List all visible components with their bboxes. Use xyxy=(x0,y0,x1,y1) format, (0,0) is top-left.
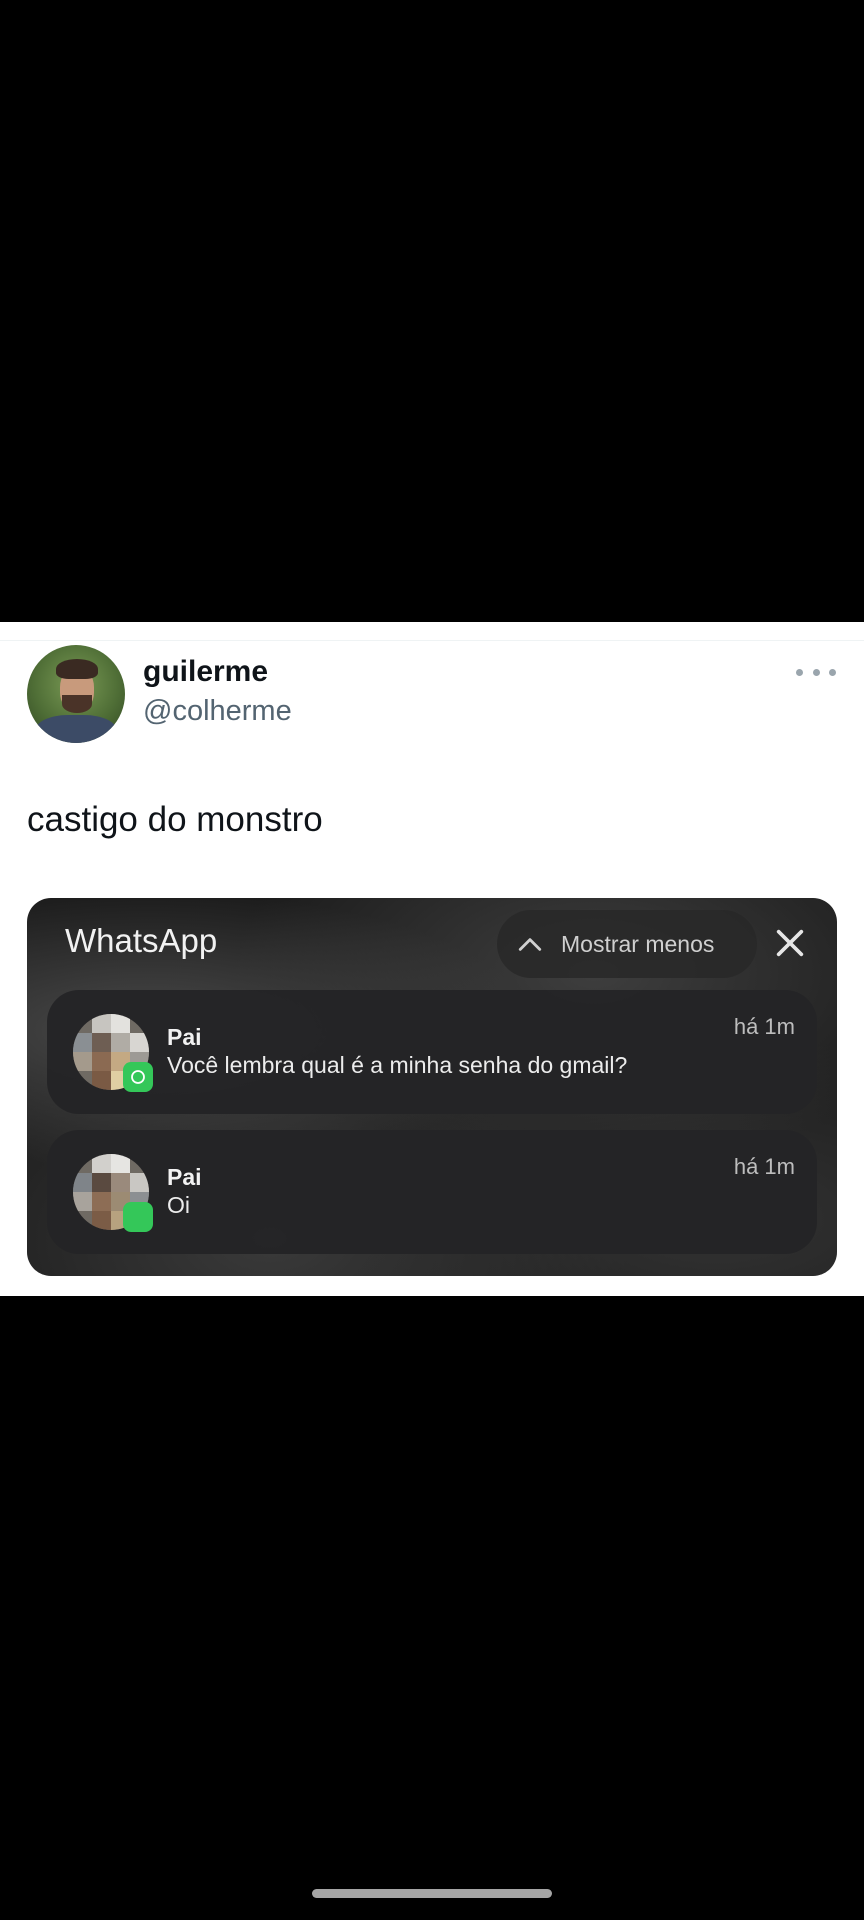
screen: guilerme @colherme castigo do monstro Wh… xyxy=(0,0,864,1920)
avatar[interactable] xyxy=(27,645,125,743)
chevron-up-icon xyxy=(518,938,542,951)
notification-sender: Pai xyxy=(167,1024,202,1050)
more-horizontal-icon[interactable] xyxy=(796,662,836,682)
divider xyxy=(0,640,864,641)
avatar-beard xyxy=(62,695,92,713)
tweet-media-image[interactable]: WhatsApp Mostrar menos Pai Você lembra q… xyxy=(27,898,837,1276)
tweet-text: castigo do monstro xyxy=(27,800,323,839)
display-name[interactable]: guilerme xyxy=(143,655,268,689)
tweet-card[interactable]: guilerme @colherme castigo do monstro Wh… xyxy=(0,622,864,1296)
show-less-button[interactable]: Mostrar menos xyxy=(497,910,757,978)
home-indicator[interactable] xyxy=(312,1889,552,1898)
notification-item[interactable]: Pai Você lembra qual é a minha senha do … xyxy=(47,990,817,1114)
avatar-shirt xyxy=(35,715,117,743)
notification-time: há 1m xyxy=(733,1014,795,1039)
notification-message: Você lembra qual é a minha senha do gmai… xyxy=(167,1052,628,1078)
notification-message: Oi xyxy=(167,1192,190,1218)
close-icon[interactable] xyxy=(773,926,807,960)
dot xyxy=(796,668,803,676)
notification-app-name: WhatsApp xyxy=(65,922,218,959)
dot xyxy=(812,668,820,676)
whatsapp-icon xyxy=(123,1062,153,1092)
dot xyxy=(829,668,836,676)
notification-item[interactable]: Pai Oi há 1m xyxy=(47,1130,817,1254)
notification-time: há 1m xyxy=(733,1154,795,1179)
user-handle[interactable]: @colherme xyxy=(143,695,292,728)
notification-sender: Pai xyxy=(167,1164,202,1190)
avatar-hair xyxy=(56,659,98,679)
whatsapp-icon xyxy=(123,1202,153,1232)
show-less-label: Mostrar menos xyxy=(561,930,715,957)
